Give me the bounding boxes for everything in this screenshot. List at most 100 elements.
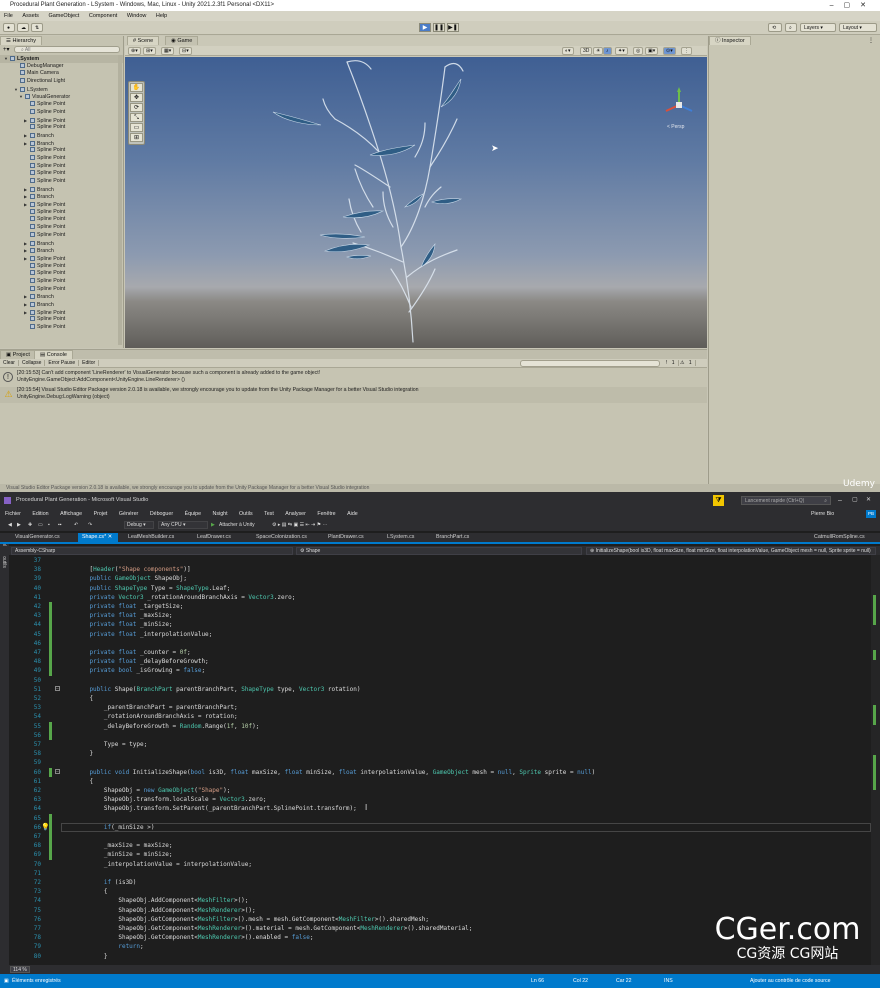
menu-fichier[interactable]: Fichier: [0, 511, 26, 517]
hierarchy-item[interactable]: ▶ Spline Point: [0, 255, 123, 263]
grid-snap-icon[interactable]: ▦▾: [161, 47, 175, 55]
hidden-objects-icon[interactable]: ◎: [633, 47, 644, 55]
hierarchy-item[interactable]: ▶ Branch: [0, 247, 123, 255]
code-line[interactable]: 40 public ShapeType Type = ShapeType.Lea…: [9, 584, 871, 593]
redo-icon[interactable]: ↷: [88, 519, 92, 531]
code-line[interactable]: 70 _interpolationValue = interpolationVa…: [9, 860, 871, 869]
forward-icon[interactable]: ▶: [17, 519, 21, 531]
hierarchy-item[interactable]: ▶ Spline Point: [0, 201, 123, 209]
scene-menu-icon[interactable]: ⋮: [681, 47, 692, 55]
gizmos-toggle-icon[interactable]: ⊙▾: [663, 47, 676, 55]
console-editor-dropdown[interactable]: Editor: [79, 360, 100, 366]
save-icon[interactable]: ▪: [48, 519, 50, 531]
filter-icon[interactable]: ⧩: [713, 495, 724, 506]
doc-tab[interactable]: LeafDrawer.cs: [193, 533, 248, 542]
scale-tool-icon[interactable]: ⤡: [130, 113, 143, 122]
hierarchy-item[interactable]: Directional Light: [0, 78, 123, 86]
collab-icon[interactable]: ⇅: [31, 23, 43, 32]
member-dropdown[interactable]: ⊕ InitializeShape(bool is3D, float maxSi…: [586, 547, 876, 555]
code-line[interactable]: 56: [9, 730, 871, 740]
code-line[interactable]: 41 private Vector3 _rotationAroundBranch…: [9, 593, 871, 602]
undo-icon[interactable]: ↶: [74, 519, 78, 531]
start-icon[interactable]: ▶: [211, 519, 215, 531]
code-line[interactable]: 38 [Header("Shape components")]: [9, 565, 871, 574]
hierarchy-item[interactable]: ▶ Branch: [0, 193, 123, 201]
code-line[interactable]: 47 private float _counter = 0f;: [9, 648, 871, 658]
hierarchy-item[interactable]: ▶ Branch: [0, 240, 123, 248]
user-name[interactable]: Pierre Bio: [806, 509, 839, 519]
menu-assets[interactable]: Assets: [18, 13, 43, 19]
code-line[interactable]: 61 {: [9, 777, 871, 786]
code-line[interactable]: 69 _minSize = minSize;: [9, 850, 871, 860]
hierarchy-item[interactable]: Spline Point: [0, 101, 123, 109]
menu-generer[interactable]: Générer: [114, 511, 143, 517]
minimize-icon[interactable]: –: [838, 492, 842, 509]
menu-test[interactable]: Test: [259, 511, 279, 517]
console-error-pause-button[interactable]: Error Pause: [45, 360, 80, 366]
hierarchy-item[interactable]: Spline Point: [0, 108, 123, 117]
hierarchy-item[interactable]: ▶ Branch: [0, 140, 123, 148]
doc-tab[interactable]: LSystem.cs: [383, 533, 428, 542]
code-line[interactable]: 66 if(_minSize >): [9, 822, 871, 832]
pause-button[interactable]: ❚❚: [433, 23, 445, 32]
code-line[interactable]: 59: [9, 758, 871, 767]
hierarchy-item[interactable]: Spline Point: [0, 316, 123, 324]
maximize-icon[interactable]: ▢: [852, 492, 858, 509]
doc-tab[interactable]: LeafMeshBuilder.cs: [124, 533, 190, 542]
menu-gameobject[interactable]: GameObject: [44, 13, 83, 19]
hierarchy-item[interactable]: ▼ VisualGenerator: [0, 93, 123, 101]
code-line[interactable]: 63 ShapeObj.transform.localScale = Vecto…: [9, 795, 871, 804]
hierarchy-item[interactable]: Spline Point: [0, 231, 123, 240]
hierarchy-item[interactable]: DebugManager: [0, 62, 123, 71]
window-controls[interactable]: –▢✕: [830, 0, 876, 11]
code-line[interactable]: 65: [9, 813, 871, 823]
doc-tab[interactable]: SpaceColonization.cs: [252, 533, 320, 542]
hierarchy-scrollbar[interactable]: [118, 55, 122, 345]
scene-viewport[interactable]: ✋ ✥ ⟳ ⤡ ▭ ⊞ < Persp ➤: [125, 57, 707, 348]
source-control-button[interactable]: Ajouter au contrôle de code source: [750, 974, 830, 988]
code-editor[interactable]: 37 38 [Header("Shape components")] 39 publ…: [9, 555, 871, 965]
hierarchy-item[interactable]: Spline Point: [0, 208, 123, 217]
menu-projet[interactable]: Projet: [89, 511, 113, 517]
camera-settings-icon[interactable]: ▣▾: [645, 47, 659, 55]
project-dropdown[interactable]: Assembly-CSharp: [11, 547, 293, 555]
console-error-count[interactable]: ⚠ 1: [680, 359, 696, 368]
menu-equipe[interactable]: Équipe: [180, 511, 207, 517]
console-search-input[interactable]: [520, 360, 660, 367]
code-line[interactable]: 64 ShapeObj.transform.SetParent(_parentB…: [9, 804, 871, 813]
hierarchy-item[interactable]: ▶ Branch: [0, 301, 123, 309]
shading-mode-icon[interactable]: ◐▾: [562, 47, 574, 55]
hierarchy-item[interactable]: ▶ Spline Point: [0, 117, 123, 125]
class-dropdown[interactable]: ⚙ Shape: [296, 547, 582, 555]
inspector-tab[interactable]: ⓘ Inspector: [709, 36, 751, 45]
hierarchy-item[interactable]: Spline Point: [0, 277, 123, 286]
hand-tool-icon[interactable]: ✋: [130, 83, 143, 92]
menu-analyser[interactable]: Analyser: [280, 511, 311, 517]
hierarchy-item[interactable]: Spline Point: [0, 162, 123, 171]
hierarchy-item[interactable]: Spline Point: [0, 147, 123, 155]
hierarchy-item[interactable]: ▼ LSystem: [0, 86, 123, 94]
console-message[interactable]: ⚠ [20:15:54] Visual Studio Editor Packag…: [0, 387, 707, 403]
code-line[interactable]: 37: [9, 556, 871, 565]
code-line[interactable]: 43 private float _maxSize;: [9, 611, 871, 621]
status-insert-mode[interactable]: INS: [664, 974, 673, 988]
code-line[interactable]: 58 }: [9, 749, 871, 758]
code-line[interactable]: 51 public Shape(BranchPart parentBranchP…: [9, 685, 871, 694]
tab-scene[interactable]: # Scene: [127, 36, 160, 45]
open-icon[interactable]: ▭: [38, 519, 43, 531]
snap-increment-icon[interactable]: ⊟▾: [179, 47, 192, 55]
code-line[interactable]: 48 private float _delayBeforeGrowth;: [9, 657, 871, 667]
mode-3d-toggle[interactable]: 3D: [580, 47, 593, 55]
menu-window[interactable]: Window: [123, 13, 151, 19]
hierarchy-item[interactable]: Spline Point: [0, 324, 123, 332]
hierarchy-item[interactable]: Spline Point: [0, 262, 123, 271]
persp-label[interactable]: < Persp: [667, 124, 684, 130]
tab-game[interactable]: ◉ Game: [165, 36, 199, 45]
new-item-icon[interactable]: ✚: [28, 519, 32, 531]
hierarchy-item[interactable]: Spline Point: [0, 170, 123, 178]
code-line[interactable]: 60 public void InitializeShape(bool is3D…: [9, 767, 871, 777]
add-icon[interactable]: +▾: [3, 46, 10, 53]
hierarchy-item[interactable]: ▶ Spline Point: [0, 309, 123, 317]
panel-menu-icon[interactable]: ⋮: [868, 37, 874, 44]
toolbar-icons[interactable]: ⚙ ▸ ▤ ⇆ ▣ ☰ ⇤ ⇥ ⚑ ⋯: [272, 519, 327, 531]
